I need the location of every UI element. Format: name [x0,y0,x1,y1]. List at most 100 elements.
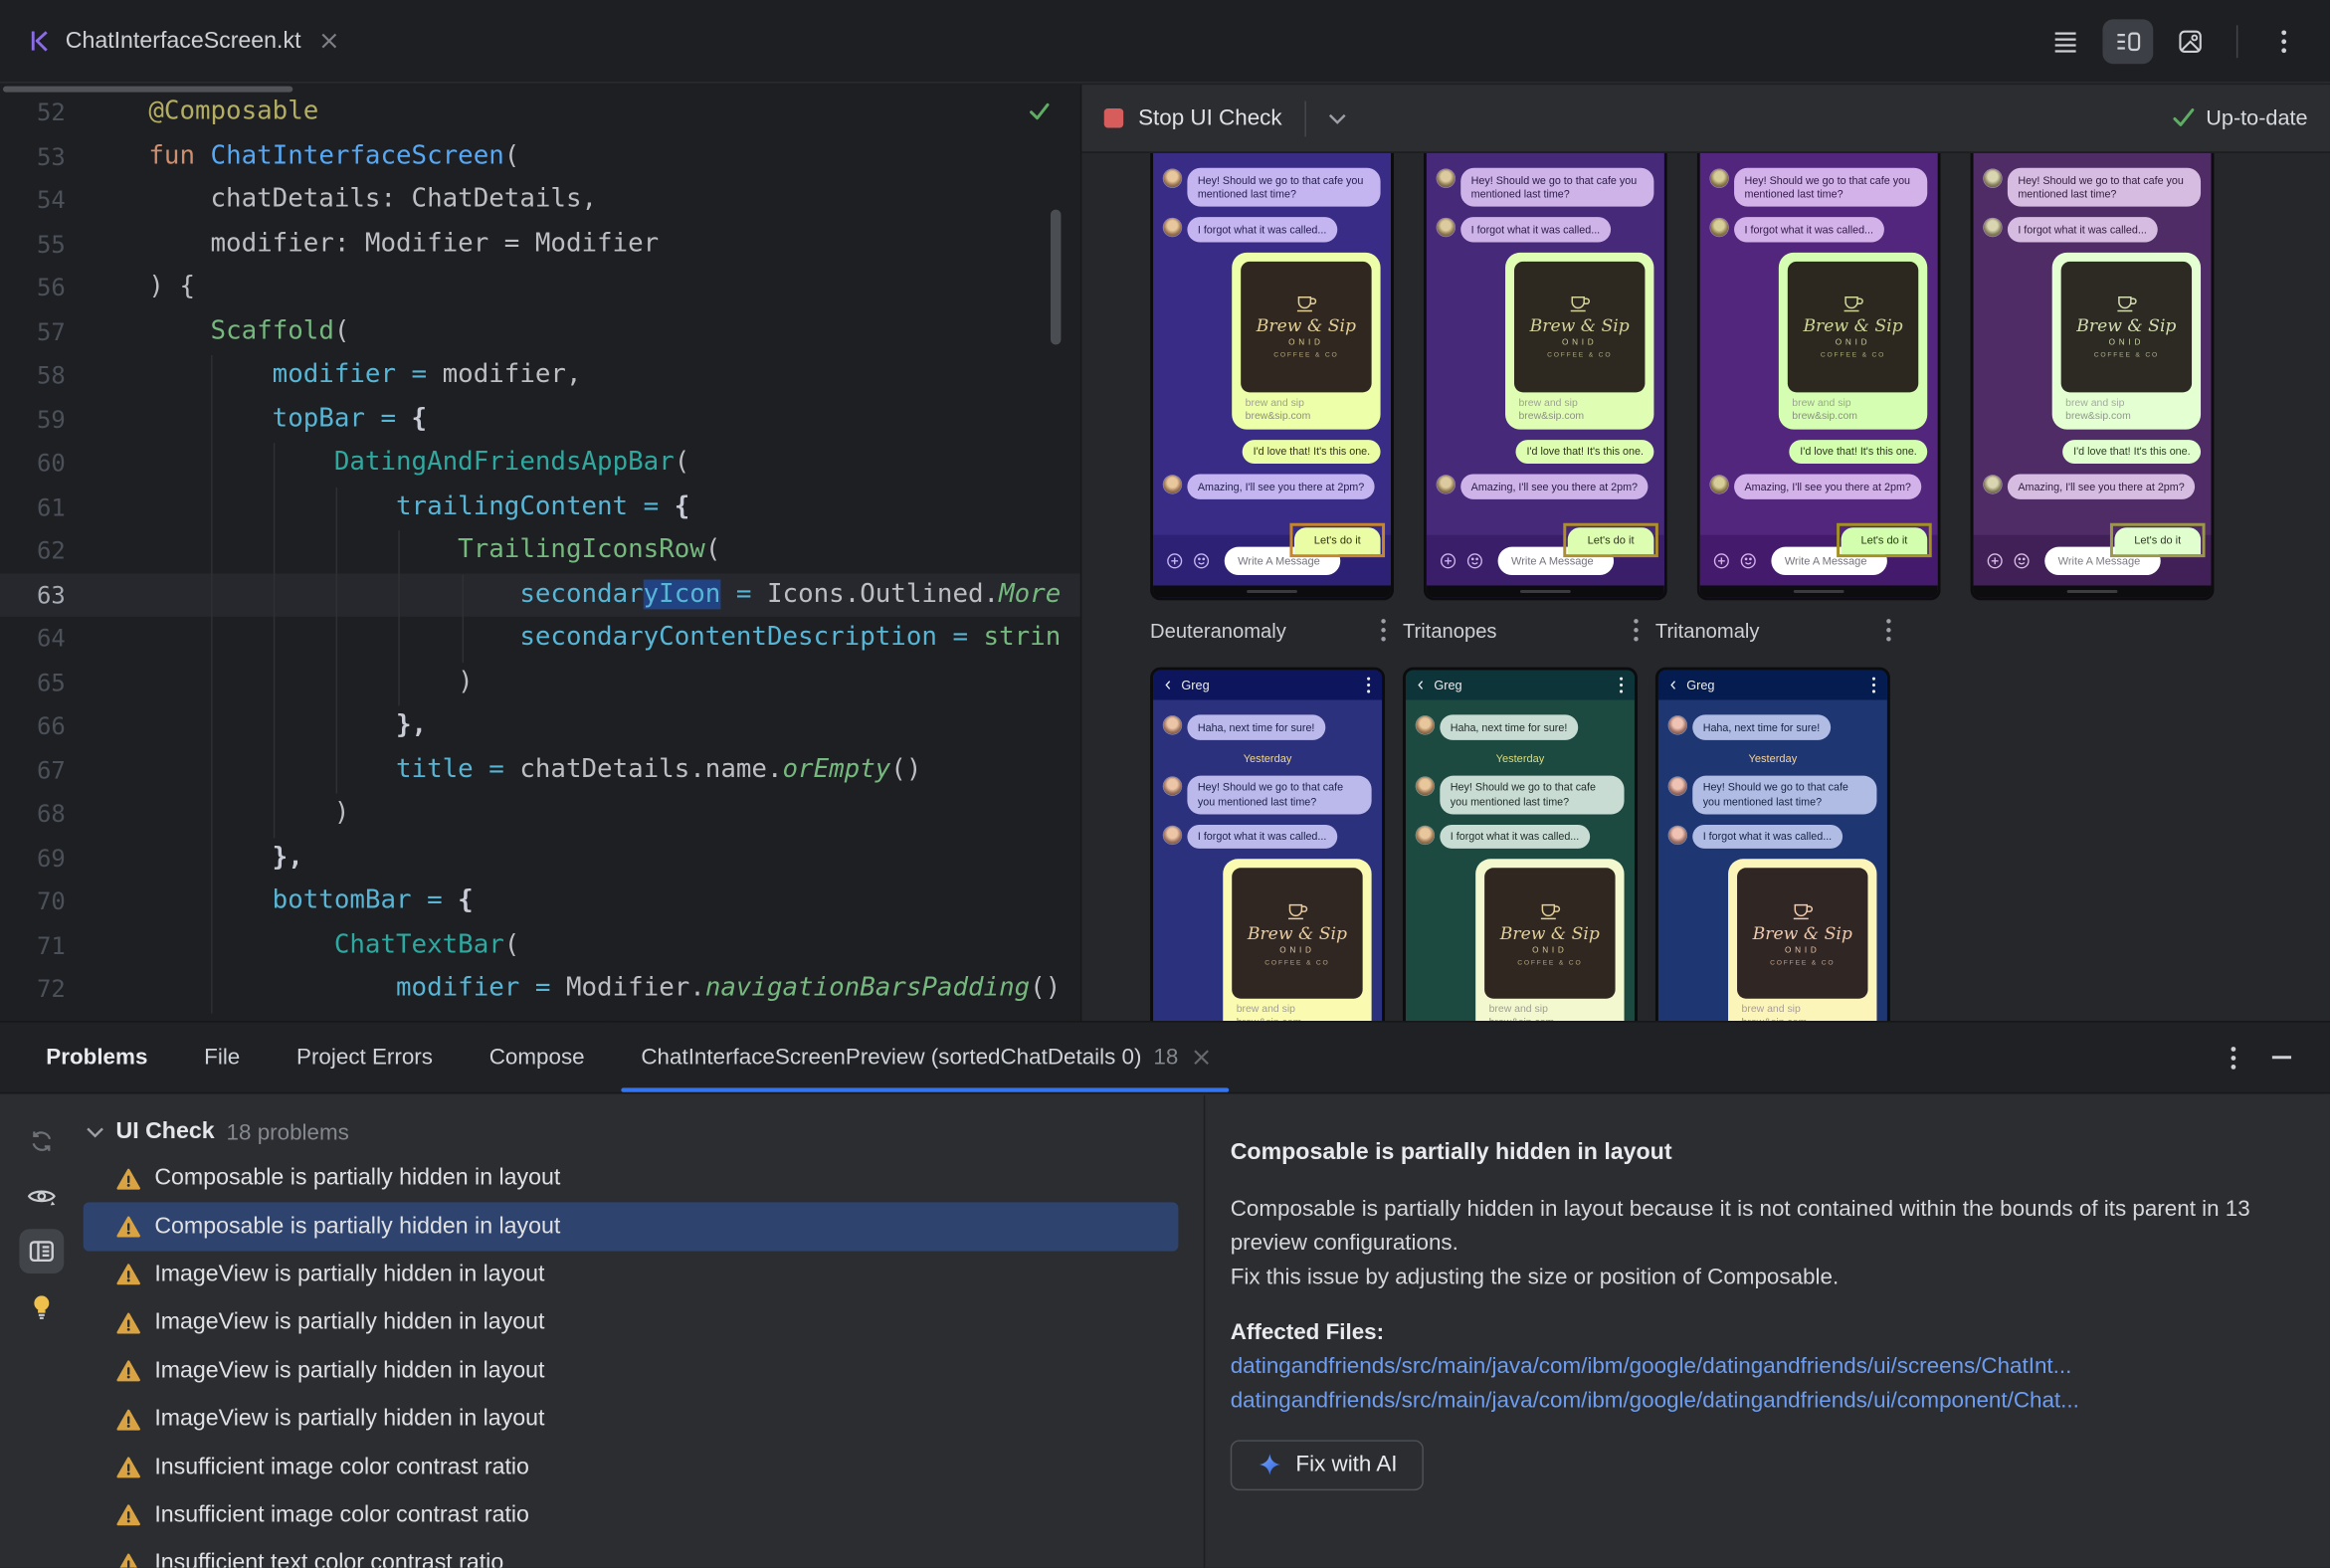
editor-scrollbar[interactable] [1050,209,1062,345]
code-line[interactable]: 67 title = chatDetails.name.orEmpty() [0,748,1080,792]
line-number: 58 [36,360,66,390]
split-view-icon[interactable] [2102,18,2154,64]
code-line[interactable]: 71 ChatTextBar( [0,923,1080,967]
code-line[interactable]: 58 modifier = modifier, [0,353,1080,397]
add-attachment-icon[interactable] [1166,552,1183,568]
emoji-icon[interactable] [1466,552,1482,568]
code-line[interactable]: 56) { [0,266,1080,309]
stop-ui-check-button[interactable]: Stop UI Check [1103,105,1282,130]
variant-menu-icon[interactable] [1381,618,1387,642]
code-line[interactable]: 72 modifier = Modifier.navigationBarsPad… [0,967,1080,1011]
code-line[interactable]: 59 topBar = { [0,398,1080,442]
cafe-tagline: COFFEE & CO [1273,350,1339,359]
line-number: 57 [36,316,66,346]
code-view-icon[interactable] [2040,19,2091,64]
back-icon[interactable] [1668,680,1677,691]
problem-item[interactable]: ImageView is partially hidden in layout [84,1347,1179,1395]
quick-fix-lightbulb-icon[interactable] [19,1283,64,1328]
code-line[interactable]: 60 DatingAndFriendsAppBar( [0,442,1080,486]
preview-phone-top-3[interactable]: Hey! Should we go to that cafe you menti… [1696,152,1941,601]
preview-canvas[interactable]: Hey! Should we go to that cafe you menti… [1081,152,2330,1022]
code-line[interactable]: 65 ) [0,661,1080,704]
problem-item[interactable]: Composable is partially hidden in layout [84,1155,1179,1203]
coffee-cup-icon [1844,296,1863,312]
preview-phone-top-2[interactable]: Hey! Should we go to that cafe you menti… [1423,152,1667,601]
code-line[interactable]: 63 secondaryIcon = Icons.Outlined.More [0,572,1080,617]
chat-menu-icon[interactable] [1619,677,1625,694]
fix-with-ai-button[interactable]: Fix with AI [1230,1440,1425,1491]
code-line[interactable]: 57 Scaffold( [0,309,1080,353]
chat-image-card: Brew & Sip ONID COFFEE & CO brew and sip… [1728,859,1877,1022]
code-line[interactable]: 55 modifier: Modifier = Modifier [0,222,1080,266]
panel-controls [2231,1023,2330,1092]
tab-ui-check-preview[interactable]: ChatInterfaceScreenPreview (sortedChatDe… [613,1023,1238,1092]
tab-compose[interactable]: Compose [461,1023,613,1092]
code-line[interactable]: 62 TrailingIconsRow( [0,529,1080,573]
code-line[interactable]: 73 onAddClick = {} [0,1011,1080,1021]
preview-filter-eye-icon[interactable] [19,1174,64,1219]
chat-bubble: Hey! Should we go to that cafe you menti… [1460,167,1654,207]
preview-phone-tritanopes[interactable]: Greg Haha, next time for sure! Yesterday H… [1402,667,1638,1022]
refresh-icon[interactable] [19,1119,64,1164]
code-line[interactable]: 68 ) [0,792,1080,836]
code-line[interactable]: 54 chatDetails: ChatDetails, [0,178,1080,222]
problem-item[interactable]: Insufficient text color contrast ratio [84,1540,1179,1568]
add-attachment-icon[interactable] [1987,552,2003,568]
problem-item[interactable]: ImageView is partially hidden in layout [84,1299,1179,1347]
variant-menu-icon[interactable] [1885,618,1891,642]
problem-item[interactable]: Composable is partially hidden in layout [83,1202,1179,1252]
preview-phone-top-1[interactable]: Hey! Should we go to that cafe you menti… [1150,152,1395,601]
problem-item[interactable]: ImageView is partially hidden in layout [84,1395,1179,1443]
details-panel-icon[interactable] [19,1229,65,1274]
inspection-ok-icon[interactable] [1029,101,1051,122]
chat-message: Brew & Sip ONID COFFEE & CO brew and sip… [1974,252,2212,430]
add-attachment-icon[interactable] [1440,552,1456,568]
cafe-sub: ONID [1279,946,1315,956]
variant-menu-icon[interactable] [1633,618,1639,642]
code-line[interactable]: 52 @Composable [0,91,1080,134]
emoji-icon[interactable] [1193,552,1210,568]
add-attachment-icon[interactable] [1713,552,1729,568]
tab-project-errors[interactable]: Project Errors [269,1023,462,1092]
preview-phone-top-4[interactable]: Hey! Should we go to that cafe you menti… [1970,152,2215,601]
minimize-icon[interactable] [2271,1055,2292,1060]
collapse-chevron-icon[interactable] [87,1126,104,1138]
design-view-icon[interactable] [2165,19,2216,64]
code-line[interactable]: 66 }, [0,704,1080,748]
line-number: 52 [36,98,66,126]
chat-menu-icon[interactable] [1870,677,1876,694]
affected-file-link[interactable]: datingandfriends/src/main/java/com/ibm/g… [1231,1349,2285,1383]
close-icon[interactable] [1193,1049,1209,1066]
tab-file[interactable]: File [176,1023,269,1092]
chevron-down-icon[interactable] [1328,112,1346,124]
problem-item[interactable]: ImageView is partially hidden in layout [84,1251,1179,1298]
tab-problems[interactable]: Problems [18,1023,176,1092]
more-menu-icon[interactable] [2258,19,2309,64]
code-line[interactable]: 61 trailingContent = { [0,486,1080,529]
chat-bubble: Amazing, I'll see you there at 2pm? [1460,475,1649,499]
code-line[interactable]: 70 bottomBar = { [0,880,1080,923]
back-icon[interactable] [1416,680,1425,691]
back-icon[interactable] [1164,680,1173,691]
cafe-tagline: COFFEE & CO [2093,350,2159,359]
file-tab[interactable]: ChatInterfaceScreen.kt [0,0,357,82]
problem-item[interactable]: Insufficient image color contrast ratio [84,1444,1179,1491]
preview-phone-tritanomaly[interactable]: Greg Haha, next time for sure! Yesterday H… [1654,667,1890,1022]
chat-message: I forgot what it was called... [1153,217,1391,243]
panel-options-icon[interactable] [2231,1046,2236,1070]
affected-file-link[interactable]: datingandfriends/src/main/java/com/ibm/g… [1231,1384,2285,1418]
tab-close-icon[interactable] [320,33,336,49]
code-line[interactable]: 64 secondaryContentDescription = strin [0,617,1080,661]
chat-menu-icon[interactable] [1366,677,1372,694]
emoji-icon[interactable] [2014,552,2030,568]
code-line[interactable]: 69 }, [0,836,1080,880]
ui-check-group-row[interactable]: UI Check 18 problems [84,1110,1204,1155]
code-line[interactable]: 53 fun ChatInterfaceScreen( [0,134,1080,178]
problem-item[interactable]: Insufficient image color contrast ratio [84,1491,1179,1539]
code-editor[interactable]: 52 @Composable 53 fun ChatInterfaceScreen(5… [0,85,1080,1022]
variant-label-tritanomaly: Tritanomaly [1655,611,1900,650]
avatar [1668,715,1687,734]
emoji-icon[interactable] [1740,552,1756,568]
preview-phone-deuteranomaly[interactable]: Greg Haha, next time for sure! Yesterday H… [1150,667,1386,1022]
check-icon [2174,108,2196,126]
